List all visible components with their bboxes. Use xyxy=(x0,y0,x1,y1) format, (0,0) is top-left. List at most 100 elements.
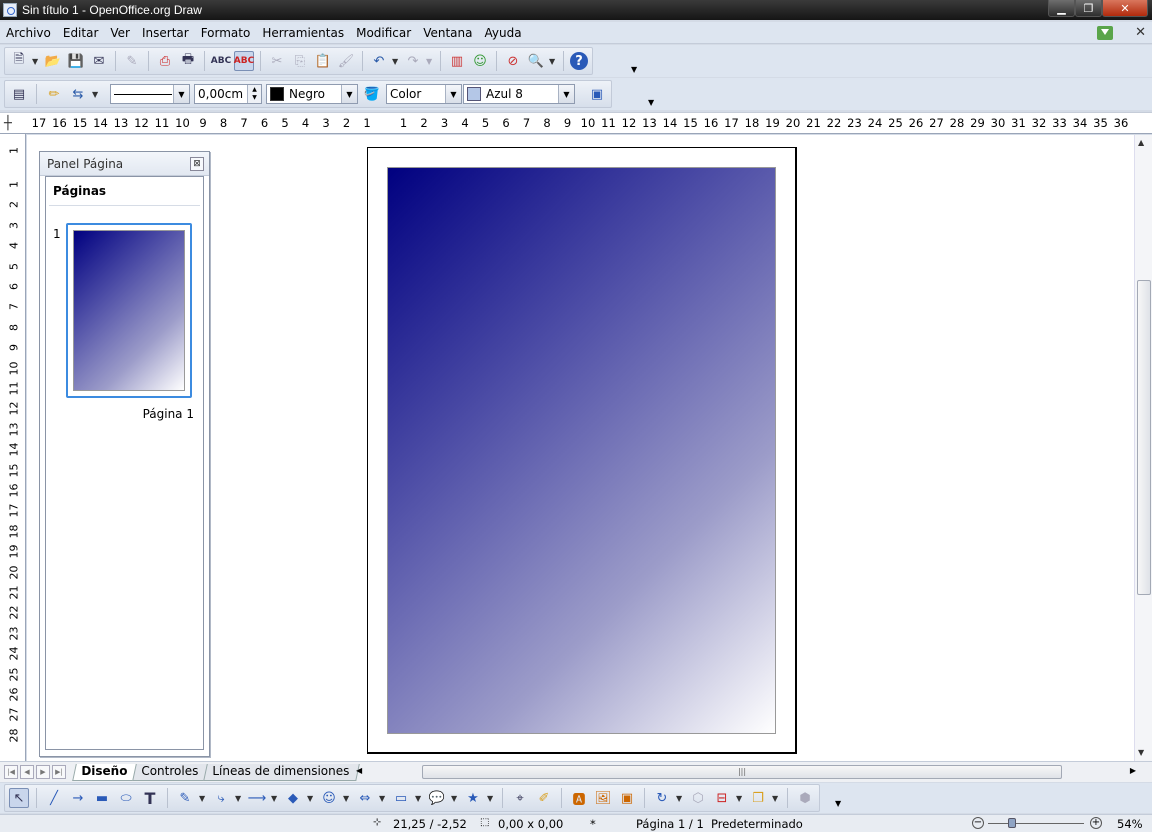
flowchart-icon[interactable]: ▭ xyxy=(391,788,411,808)
align-icon[interactable]: ⊟ xyxy=(712,788,732,808)
scroll-up-icon[interactable]: ▲ xyxy=(1138,138,1144,147)
prev-tab-icon[interactable]: ◀ xyxy=(20,765,34,779)
rotate-dropdown-icon[interactable]: ▼ xyxy=(676,794,684,803)
extrusion-icon[interactable]: ⬡ xyxy=(688,788,708,808)
first-tab-icon[interactable]: |◀ xyxy=(4,765,18,779)
line-style-select[interactable]: ▼ xyxy=(110,84,190,104)
page-thumbnail[interactable] xyxy=(66,223,192,398)
arrow-style-dropdown-icon[interactable]: ▼ xyxy=(92,90,100,99)
scroll-down-icon[interactable]: ▼ xyxy=(1138,748,1144,757)
curve-tool-icon[interactable]: ✎ xyxy=(175,788,195,808)
lines-arrows-dropdown-icon[interactable]: ▼ xyxy=(271,794,279,803)
toolbar-overflow-icon[interactable]: ▼ xyxy=(835,799,841,808)
gallery-icon[interactable]: ☺ xyxy=(470,51,490,71)
new-document-icon[interactable]: 🗎 xyxy=(9,51,29,71)
points-icon[interactable]: ⌖ xyxy=(510,788,530,808)
menu-formato[interactable]: Formato xyxy=(195,26,257,40)
zoom-out-button[interactable]: − xyxy=(972,817,984,829)
fontwork-icon[interactable]: 🅰 xyxy=(569,788,589,808)
text-tool-icon[interactable]: T xyxy=(140,788,160,808)
export-pdf-icon[interactable]: ⎙ xyxy=(155,51,175,71)
basic-shapes-icon[interactable]: ◆ xyxy=(283,788,303,808)
spellcheck-icon[interactable]: ABC xyxy=(211,51,231,71)
copy-icon[interactable]: ⎘ xyxy=(290,51,310,71)
modified-indicator[interactable]: * xyxy=(590,817,596,831)
arrange-dropdown-icon[interactable]: ▼ xyxy=(772,794,780,803)
menu-modificar[interactable]: Modificar xyxy=(350,26,417,40)
stars-icon[interactable]: ★ xyxy=(463,788,483,808)
area-style-select[interactable]: Color ▼ xyxy=(386,84,462,104)
area-fill-select[interactable]: Azul 8 ▼ xyxy=(463,84,575,104)
symbol-shapes-icon[interactable]: ☺ xyxy=(319,788,339,808)
menu-insertar[interactable]: Insertar xyxy=(136,26,195,40)
chart-icon[interactable]: ▥ xyxy=(447,51,467,71)
navigator-icon[interactable]: ⊘ xyxy=(503,51,523,71)
rotate-icon[interactable]: ↻ xyxy=(652,788,672,808)
line-arrow-tool-icon[interactable]: → xyxy=(68,788,88,808)
next-tab-icon[interactable]: ▶ xyxy=(36,765,50,779)
line-icon[interactable]: ✏ xyxy=(44,84,64,104)
menu-ventana[interactable]: Ventana xyxy=(417,26,478,40)
paste-icon[interactable]: 📋 xyxy=(313,51,333,71)
vertical-scrollbar[interactable]: ▲ ▼ xyxy=(1134,135,1152,761)
symbol-shapes-dropdown-icon[interactable]: ▼ xyxy=(343,794,351,803)
shadow-icon[interactable]: ▣ xyxy=(587,84,607,104)
callouts-dropdown-icon[interactable]: ▼ xyxy=(451,794,459,803)
close-icon[interactable]: ⊠ xyxy=(190,157,204,171)
format-paintbrush-icon[interactable]: 🖌 xyxy=(336,51,356,71)
close-document-icon[interactable]: ✕ xyxy=(1135,25,1146,40)
autospellcheck-icon[interactable]: ABC xyxy=(234,51,254,71)
undo-dropdown-icon[interactable]: ▼ xyxy=(392,57,400,66)
horizontal-scroll-thumb[interactable]: ||| xyxy=(422,765,1062,779)
close-window-button[interactable]: ✕ xyxy=(1102,0,1148,17)
zoom-slider[interactable] xyxy=(988,823,1084,824)
zoom-slider-knob[interactable] xyxy=(1008,818,1016,828)
open-folder-icon[interactable]: 📂 xyxy=(43,51,63,71)
vertical-scroll-thumb[interactable] xyxy=(1137,280,1151,595)
menu-ayuda[interactable]: Ayuda xyxy=(478,26,527,40)
line-color-select[interactable]: Negro ▼ xyxy=(266,84,358,104)
help-icon[interactable]: ? xyxy=(570,52,588,70)
from-file-icon[interactable]: 🖼 xyxy=(593,788,613,808)
menu-archivo[interactable]: Archivo xyxy=(0,26,57,40)
area-icon[interactable]: 🪣 xyxy=(362,84,382,104)
menu-editar[interactable]: Editar xyxy=(57,26,105,40)
edit-file-icon[interactable]: ✎ xyxy=(122,51,142,71)
new-dropdown-icon[interactable]: ▼ xyxy=(32,57,40,66)
block-arrows-dropdown-icon[interactable]: ▼ xyxy=(379,794,387,803)
glue-points-icon[interactable]: ✐ xyxy=(534,788,554,808)
menu-ver[interactable]: Ver xyxy=(104,26,136,40)
cut-icon[interactable]: ✂ xyxy=(267,51,287,71)
styles-icon[interactable]: ▤ xyxy=(9,84,29,104)
email-icon[interactable]: ✉ xyxy=(89,51,109,71)
curve-dropdown-icon[interactable]: ▼ xyxy=(199,794,207,803)
scroll-right-icon[interactable]: ▶ xyxy=(1130,766,1136,775)
tab-stop-icon[interactable]: ┼ xyxy=(4,116,20,132)
update-download-icon[interactable] xyxy=(1097,25,1114,40)
undo-icon[interactable]: ↶ xyxy=(369,51,389,71)
line-tool-icon[interactable]: ╱ xyxy=(44,788,64,808)
page-gradient-background[interactable] xyxy=(387,167,776,734)
maximize-button[interactable]: ❐ xyxy=(1075,0,1102,17)
minimize-button[interactable]: ▁ xyxy=(1048,0,1075,17)
menu-herramientas[interactable]: Herramientas xyxy=(256,26,350,40)
toggle-extrusion-icon[interactable]: ⬢ xyxy=(795,788,815,808)
lines-arrows-tool-icon[interactable]: ⟶ xyxy=(247,788,267,808)
zoom-dropdown-icon[interactable]: ▼ xyxy=(549,57,557,66)
toolbar-overflow-icon[interactable]: ▼ xyxy=(648,98,654,107)
horizontal-ruler[interactable]: ┼ 17 16 15 14 13 12 11 10 9 8 7 6 5 4 3 2 1 1 2 3 4 5 6 7 8 9 10 11… xyxy=(0,112,1152,134)
toolbar-overflow-icon[interactable]: ▼ xyxy=(631,65,637,74)
align-dropdown-icon[interactable]: ▼ xyxy=(736,794,744,803)
gallery-tool-icon[interactable]: ▣ xyxy=(617,788,637,808)
ellipse-tool-icon[interactable]: ⬭ xyxy=(116,788,136,808)
select-arrow-icon[interactable]: ↖ xyxy=(9,788,29,808)
callouts-icon[interactable]: 💬 xyxy=(427,788,447,808)
zoom-icon[interactable]: 🔍 xyxy=(526,51,546,71)
save-icon[interactable]: 💾 xyxy=(66,51,86,71)
print-icon[interactable]: 🖶 xyxy=(178,51,198,71)
block-arrows-icon[interactable]: ⇔ xyxy=(355,788,375,808)
zoom-level[interactable]: 54% xyxy=(1117,817,1143,831)
tab-diseno[interactable]: Diseño xyxy=(72,764,138,781)
tab-controles[interactable]: Controles xyxy=(132,764,209,781)
zoom-in-button[interactable]: + xyxy=(1090,817,1102,829)
